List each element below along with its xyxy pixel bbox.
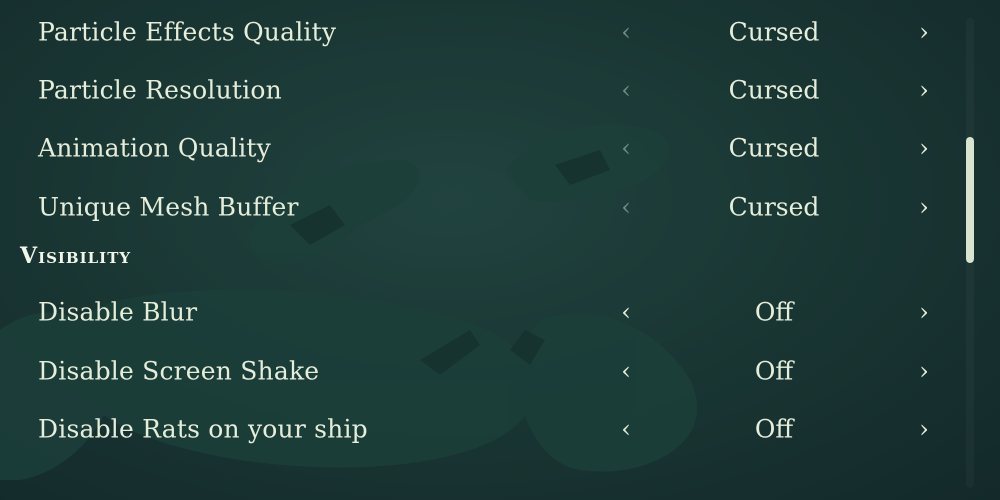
chevron-right-icon[interactable]: › bbox=[912, 78, 936, 102]
chevron-right-icon[interactable]: › bbox=[912, 195, 936, 219]
chevron-left-icon[interactable]: ‹ bbox=[614, 300, 638, 324]
chevron-right-icon[interactable]: › bbox=[912, 300, 936, 324]
chevron-left-icon[interactable]: ‹ bbox=[614, 195, 638, 219]
chevron-left-icon[interactable]: ‹ bbox=[614, 417, 638, 441]
setting-label: Disable Blur bbox=[38, 297, 198, 327]
settings-list: Particle Effects Quality ‹ Cursed › Part… bbox=[0, 0, 1000, 500]
setting-label: Unique Mesh Buffer bbox=[38, 192, 299, 222]
chevron-right-icon[interactable]: › bbox=[912, 417, 936, 441]
chevron-right-icon[interactable]: › bbox=[912, 136, 936, 160]
setting-value: Cursed bbox=[728, 17, 820, 47]
setting-label: Particle Resolution bbox=[38, 75, 282, 105]
setting-row-animation-quality[interactable]: Animation Quality ‹ Cursed › bbox=[0, 122, 950, 174]
chevron-left-icon[interactable]: ‹ bbox=[614, 20, 638, 44]
setting-value: Off bbox=[754, 356, 794, 386]
scrollbar-thumb[interactable] bbox=[966, 137, 974, 263]
setting-value: Cursed bbox=[728, 133, 820, 163]
setting-row-particle-resolution[interactable]: Particle Resolution ‹ Cursed › bbox=[0, 64, 950, 116]
setting-label: Disable Rats on your ship bbox=[38, 414, 368, 444]
setting-row-disable-rats[interactable]: Disable Rats on your ship ‹ Off › bbox=[0, 403, 950, 455]
chevron-right-icon[interactable]: › bbox=[912, 20, 936, 44]
setting-row-particle-effects-quality[interactable]: Particle Effects Quality ‹ Cursed › bbox=[0, 6, 950, 58]
setting-row-disable-blur[interactable]: Disable Blur ‹ Off › bbox=[0, 286, 950, 338]
chevron-left-icon[interactable]: ‹ bbox=[614, 78, 638, 102]
setting-label: Animation Quality bbox=[38, 133, 271, 163]
setting-row-unique-mesh-buffer[interactable]: Unique Mesh Buffer ‹ Cursed › bbox=[0, 181, 950, 233]
setting-value: Cursed bbox=[728, 75, 820, 105]
chevron-left-icon[interactable]: ‹ bbox=[614, 359, 638, 383]
section-header-visibility: Visibility bbox=[20, 243, 132, 269]
setting-value: Off bbox=[754, 297, 794, 327]
chevron-right-icon[interactable]: › bbox=[912, 359, 936, 383]
setting-row-disable-screen-shake[interactable]: Disable Screen Shake ‹ Off › bbox=[0, 345, 950, 397]
setting-value: Off bbox=[754, 414, 794, 444]
setting-label: Particle Effects Quality bbox=[38, 17, 337, 47]
setting-label: Disable Screen Shake bbox=[38, 356, 320, 386]
setting-value: Cursed bbox=[728, 192, 820, 222]
chevron-left-icon[interactable]: ‹ bbox=[614, 136, 638, 160]
